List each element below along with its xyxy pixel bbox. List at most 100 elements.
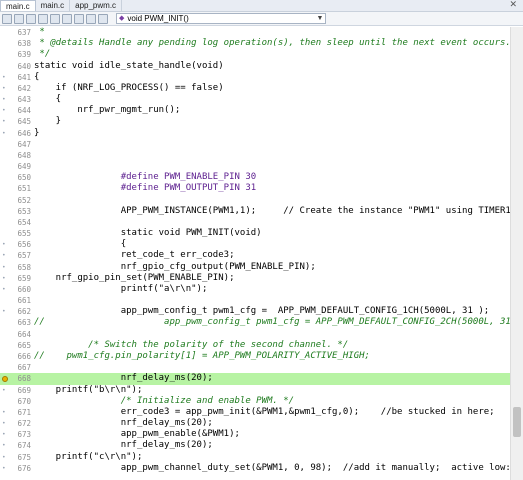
macro-icon[interactable]	[98, 13, 108, 24]
line-number[interactable]: • 672	[0, 418, 34, 429]
code-line[interactable]: 638 * @details Handle any pending log op…	[0, 38, 510, 49]
code-line[interactable]: • 646}	[0, 128, 510, 139]
code-line[interactable]: 655 static void PWM_INIT(void)	[0, 228, 510, 239]
code-line[interactable]: • 658 nrf_gpio_cfg_output(PWM_ENABLE_PIN)…	[0, 262, 510, 273]
line-number[interactable]: • 673	[0, 429, 34, 440]
line-number[interactable]: 650	[0, 172, 34, 183]
line-number[interactable]: • 645	[0, 116, 34, 127]
line-number[interactable]: • 657	[0, 250, 34, 261]
tab-main-c[interactable]: main.c	[0, 0, 36, 11]
line-number[interactable]: 661	[0, 295, 34, 306]
tab-app_pwm-c[interactable]: app_pwm.c	[70, 0, 123, 11]
close-icon[interactable]: ✕	[509, 0, 517, 11]
line-number[interactable]: • 641	[0, 72, 34, 83]
line-number[interactable]: 652	[0, 195, 34, 206]
code-line[interactable]: 651 #define PWM_OUTPUT_PIN 31	[0, 183, 510, 194]
code-line[interactable]: • 644 nrf_pwr_mgmt_run();	[0, 105, 510, 116]
code-line[interactable]: • 673 app_pwm_enable(&PWM1);	[0, 429, 510, 440]
line-number[interactable]: 668	[0, 373, 34, 384]
line-number[interactable]: • 675	[0, 452, 34, 463]
code-line[interactable]: 637 *	[0, 27, 510, 38]
uncomment-icon[interactable]	[86, 13, 96, 24]
code-line[interactable]: 648	[0, 150, 510, 161]
chevron-down-icon[interactable]: ▼	[315, 14, 325, 23]
code-line[interactable]: • 674 nrf_delay_ms(20);	[0, 440, 510, 451]
code-line[interactable]: • 669 printf("b\r\n");	[0, 385, 510, 396]
line-number[interactable]: • 659	[0, 273, 34, 284]
line-number[interactable]: 640	[0, 61, 34, 72]
line-number[interactable]: 651	[0, 183, 34, 194]
code-line[interactable]: 666// pwm1_cfg.pin_polarity[1] = APP_PWM…	[0, 351, 510, 362]
code-line[interactable]: 649	[0, 161, 510, 172]
comment-icon[interactable]	[74, 13, 84, 24]
line-number[interactable]: 649	[0, 161, 34, 172]
code-line[interactable]: • 672 nrf_delay_ms(20);	[0, 418, 510, 429]
bookmark-icon[interactable]	[26, 13, 36, 24]
line-number[interactable]: 638	[0, 38, 34, 49]
code-line[interactable]: • 676 app_pwm_channel_duty_set(&PWM1, 0, …	[0, 463, 510, 474]
code-line[interactable]: • 641{	[0, 72, 510, 83]
vertical-scrollbar[interactable]	[510, 27, 523, 480]
line-number[interactable]: • 662	[0, 306, 34, 317]
code-line[interactable]: • 657 ret_code_t err_code3;	[0, 250, 510, 261]
line-number[interactable]: 664	[0, 329, 34, 340]
code-line[interactable]: • 643 {	[0, 94, 510, 105]
line-number[interactable]: 665	[0, 340, 34, 351]
line-number[interactable]: • 656	[0, 239, 34, 250]
line-number[interactable]: 667	[0, 362, 34, 373]
line-number[interactable]: 655	[0, 228, 34, 239]
code-line[interactable]: 664	[0, 329, 510, 340]
code-line[interactable]: 652	[0, 195, 510, 206]
line-number[interactable]: 637	[0, 27, 34, 38]
line-number[interactable]: 670	[0, 396, 34, 407]
indent-icon[interactable]	[50, 13, 60, 24]
code-editor[interactable]: 637 * 638 * @details Handle any pending l…	[0, 27, 510, 480]
find-icon[interactable]	[38, 13, 48, 24]
code-line[interactable]: 668 nrf_delay_ms(20);	[0, 373, 510, 385]
line-number[interactable]: • 660	[0, 284, 34, 295]
code-line[interactable]: 639 */	[0, 49, 510, 60]
code-line[interactable]: • 660 printf("a\r\n");	[0, 284, 510, 295]
line-number[interactable]: • 644	[0, 105, 34, 116]
forward-icon[interactable]	[14, 13, 24, 24]
code-line[interactable]: 647	[0, 139, 510, 150]
line-number[interactable]: 648	[0, 150, 34, 161]
code-line[interactable]: 667	[0, 362, 510, 373]
code-line[interactable]: • 645 }	[0, 116, 510, 127]
code-line[interactable]: • 656 {	[0, 239, 510, 250]
line-number[interactable]: • 646	[0, 128, 34, 139]
scrollbar-thumb[interactable]	[513, 407, 521, 437]
line-number[interactable]: • 676	[0, 463, 34, 474]
line-number[interactable]: • 643	[0, 94, 34, 105]
code-line[interactable]: 663// app_pwm_config_t pwm1_cfg = APP_PW…	[0, 317, 510, 328]
line-number[interactable]: 639	[0, 49, 34, 60]
line-number[interactable]: • 642	[0, 83, 34, 94]
line-number[interactable]: • 669	[0, 385, 34, 396]
line-number[interactable]: 663	[0, 317, 34, 328]
code-line[interactable]: 650 #define PWM_ENABLE_PIN 30	[0, 172, 510, 183]
code-line[interactable]: 665 /* Switch the polarity of the second…	[0, 340, 510, 351]
tab-main-c[interactable]: main.c	[36, 0, 71, 11]
function-selector[interactable]: ◆ void PWM_INIT() ▼	[116, 13, 326, 24]
code-line[interactable]: • 642 if (NRF_LOG_PROCESS() == false)	[0, 83, 510, 94]
code-line[interactable]: • 659 nrf_gpio_pin_set(PWM_ENABLE_PIN);	[0, 273, 510, 284]
code-line[interactable]: 654	[0, 217, 510, 228]
code-line[interactable]: 670 /* Initialize and enable PWM. */	[0, 396, 510, 407]
line-number[interactable]: • 674	[0, 440, 34, 451]
line-number[interactable]: 647	[0, 139, 34, 150]
line-number[interactable]: • 671	[0, 407, 34, 418]
code-line[interactable]: 653 APP_PWM_INSTANCE(PWM1,1); // Create …	[0, 206, 510, 217]
line-number[interactable]: 653	[0, 206, 34, 217]
code-line[interactable]: • 675 printf("c\r\n");	[0, 452, 510, 463]
code-line[interactable]: • 671 err_code3 = app_pwm_init(&PWM1,&pwm…	[0, 407, 510, 418]
line-number[interactable]: • 658	[0, 262, 34, 273]
outdent-icon[interactable]	[62, 13, 72, 24]
code-text: {	[34, 239, 127, 250]
code-line[interactable]: 640 static void idle_state_handle(void)	[0, 61, 510, 72]
back-icon[interactable]	[2, 13, 12, 24]
code-line[interactable]: • 662 app_pwm_config_t pwm1_cfg = APP_PWM…	[0, 306, 510, 317]
breakpoint-icon[interactable]	[2, 376, 8, 383]
code-line[interactable]: 661	[0, 295, 510, 306]
line-number[interactable]: 654	[0, 217, 34, 228]
line-number[interactable]: 666	[0, 351, 34, 362]
